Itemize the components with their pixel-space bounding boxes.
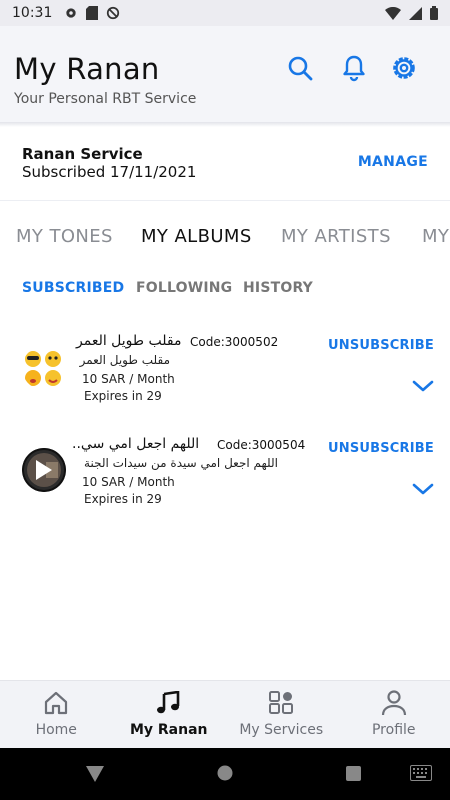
home-icon [45,691,68,715]
person-icon [381,690,406,716]
home-system-button[interactable] [217,765,233,785]
settings-status-icon [66,8,77,18]
search-button[interactable] [285,53,315,83]
music-note-icon [156,691,180,714]
header-shadow [0,122,450,127]
subtab-history[interactable]: HISTORY [243,280,313,296]
grid-icon [269,691,294,714]
play-icon [22,448,66,492]
subtab-following[interactable]: FOLLOWING [136,280,232,296]
unsubscribe-button[interactable]: UNSUBSCRIBE [328,441,434,456]
album-title: مقلب طويل العمر [76,333,182,349]
nav-home[interactable]: Home [0,681,113,748]
system-nav-bar [0,748,450,800]
nav-profile[interactable]: Profile [338,681,450,748]
album-description: مقلب طويل العمر [79,353,170,367]
album-expiry: Expires in 29 [84,389,162,403]
emoji-faces-icon [22,346,66,390]
nav-my-ranan-label: My Ranan [129,722,208,738]
main-tabs: MY TONES MY ALBUMS MY ARTISTS MY [0,226,450,254]
back-button[interactable] [86,766,104,786]
nav-home-label: Home [35,722,77,738]
battery-icon [430,6,438,20]
nav-my-services-label: My Services [239,722,324,738]
settings-button[interactable] [389,53,419,83]
keyboard-icon [410,765,432,781]
search-icon [288,56,313,81]
nav-my-services[interactable]: My Services [225,681,338,748]
gear-icon [393,57,415,79]
section-divider [0,200,450,201]
sd-card-icon [86,6,99,20]
tab-my-artists[interactable]: MY ARTISTS [281,226,391,247]
subtab-subscribed[interactable]: SUBSCRIBED [22,280,124,296]
home-circle-icon [217,765,233,781]
manage-button[interactable]: MANAGE [358,154,428,170]
keyboard-button[interactable] [410,765,432,785]
album-item: مقلب طويل العمر Code:3000502 مقلب طويل ا… [0,333,450,433]
unsubscribe-button[interactable]: UNSUBSCRIBE [328,338,434,353]
service-name: Ranan Service [22,145,143,163]
album-code: Code:3000502 [190,335,279,349]
status-time: 10:31 [12,5,53,21]
album-art[interactable] [22,448,66,492]
album-art[interactable] [22,346,66,390]
nav-my-ranan[interactable]: My Ranan [113,681,226,748]
notifications-button[interactable] [339,53,369,83]
service-subscription-date: Subscribed 17/11/2021 [22,163,197,181]
album-item: اللهم اجعل امي سي.. Code:3000504 اللهم ا… [0,436,450,536]
app-header: My Ranan Your Personal RBT Service [0,26,450,122]
bell-icon [343,55,365,82]
bottom-navigation: Home My Ranan My Services Profile [0,680,450,748]
recents-square-icon [346,766,361,781]
album-price: 10 SAR / Month [82,372,175,386]
data-saver-icon [107,6,120,20]
chevron-down-icon [412,483,434,495]
page-title: My Ranan [14,52,160,86]
album-code: Code:3000504 [217,438,306,452]
tab-my-more[interactable]: MY [422,226,449,247]
back-triangle-icon [86,766,104,782]
status-bar: 10:31 [0,0,450,26]
tab-my-tones[interactable]: MY TONES [16,226,113,247]
signal-icon [409,6,422,20]
chevron-down-icon [412,380,434,392]
recents-button[interactable] [346,766,361,785]
wifi-icon [385,6,401,20]
nav-profile-label: Profile [371,722,416,738]
expand-button[interactable] [412,481,434,495]
album-title: اللهم اجعل امي سي.. [72,436,200,452]
album-expiry: Expires in 29 [84,492,162,506]
tab-my-albums[interactable]: MY ALBUMS [141,226,252,247]
album-description: اللهم اجعل امي سيدة من سيدات الجنة [84,456,278,470]
album-price: 10 SAR / Month [82,475,175,489]
expand-button[interactable] [412,378,434,392]
page-subtitle: Your Personal RBT Service [14,91,197,107]
